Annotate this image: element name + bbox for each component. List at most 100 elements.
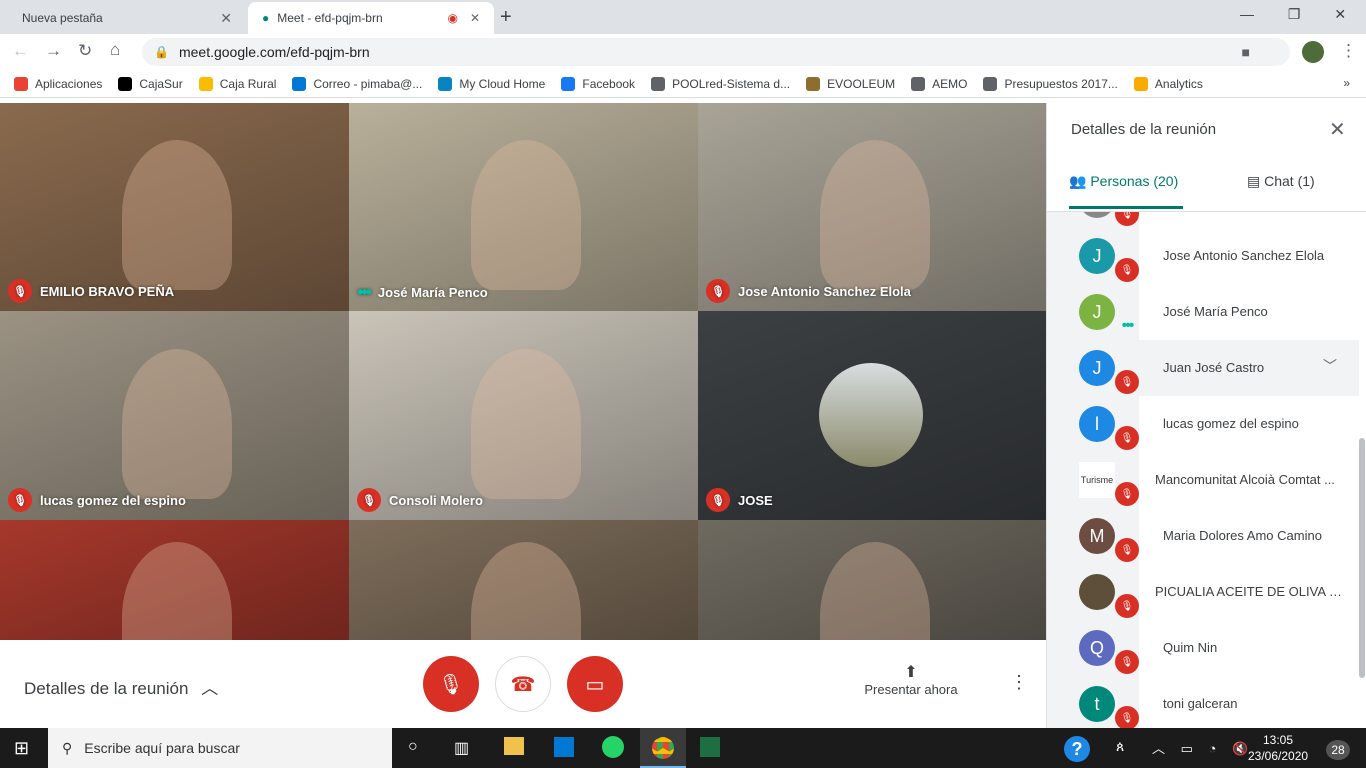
bookmark-item[interactable]: EVOOLEUM — [806, 76, 895, 91]
tab-new-tab[interactable]: Nueva pestaña ✕ — [8, 2, 246, 34]
present-now-button[interactable]: ⬆ Presentar ahora — [860, 662, 962, 697]
bookmark-item[interactable]: Caja Rural — [198, 76, 276, 91]
windows-start-icon[interactable]: ⊞ — [14, 738, 29, 759]
cortana-icon[interactable]: ○ — [408, 738, 418, 756]
close-panel-icon[interactable]: ✕ — [1329, 117, 1346, 142]
bookmark-item[interactable]: My Cloud Home — [438, 76, 546, 91]
bookmark-label: My Cloud Home — [459, 76, 546, 91]
chevron-up-icon: ︿ — [201, 679, 219, 698]
participant-row[interactable]: 🎙 PICUALIA ACEITE DE OLIVA VI... — [1047, 564, 1359, 620]
tab-people-label: Personas (20) — [1090, 173, 1179, 189]
leave-call-button[interactable]: ☎ — [495, 656, 551, 712]
tab-chat[interactable]: ▤ Chat (1) — [1247, 173, 1315, 190]
chrome-icon — [652, 737, 674, 759]
participant-row[interactable]: Turisme 🎙 Mancomunitat Alcoià Comtat ... — [1047, 452, 1359, 508]
file-explorer-icon[interactable] — [504, 737, 524, 755]
taskbar-search[interactable]: ⚲ Escribe aquí para buscar — [48, 728, 392, 768]
excel-icon[interactable] — [700, 737, 720, 757]
participant-row[interactable]: M 🎙 Maria Dolores Amo Camino — [1047, 508, 1359, 564]
meeting-details-panel: Detalles de la reunión ✕ 👥 Personas (20)… — [1046, 103, 1366, 728]
bookmark-favicon-icon — [1133, 76, 1148, 91]
participant-video-tile[interactable]: 🎙 lucas gomez del espino — [0, 311, 349, 520]
bookmark-item[interactable]: POOLred-Sistema d... — [651, 76, 791, 91]
back-icon[interactable]: ← — [12, 41, 29, 61]
chevron-down-icon[interactable]: ﹀ — [1323, 356, 1337, 376]
forward-icon[interactable]: → — [45, 41, 62, 61]
more-options-icon[interactable]: ⋮ — [1010, 672, 1028, 693]
speaking-indicator-icon: ••• — [1121, 317, 1135, 334]
mic-off-icon: 🎙 — [1115, 594, 1139, 618]
bookmark-label: Facebook — [582, 76, 636, 91]
participant-row[interactable]: Q 🎙 Quim Nin — [1047, 620, 1359, 676]
bookmark-label: Analytics — [1154, 76, 1203, 91]
participant-row[interactable]: J 🎙 Jose Antonio Sanchez Elola — [1047, 228, 1359, 284]
microphone-toggle-button[interactable]: 🎙 — [423, 656, 479, 712]
participant-name-label: 🎙 Consoli Molero — [357, 488, 483, 512]
reload-icon[interactable]: ↻ — [78, 41, 92, 61]
participant-video-tile[interactable]: 🎙 Consoli Molero — [349, 311, 698, 520]
participant-row[interactable]: l 🎙 lucas gomez del espino — [1047, 396, 1359, 452]
address-bar[interactable]: 🔒 meet.google.com/efd-pqjm-brn ■ — [142, 38, 1290, 66]
people-icon[interactable]: ጰ — [1116, 738, 1124, 755]
participant-name: lucas gomez del espino — [40, 492, 186, 508]
bookmark-label: AEMO — [932, 76, 968, 91]
participant-video-tile[interactable]: 🎙 JOSE — [698, 311, 1046, 520]
avatar: Turisme — [1079, 462, 1115, 498]
participant-row[interactable]: J 🎙 Juan José Castro ﹀ — [1047, 340, 1359, 396]
avatar-initial: M — [1089, 525, 1105, 546]
clock[interactable]: 13:05 23/06/2020 — [1248, 732, 1308, 764]
profile-avatar[interactable] — [1302, 41, 1324, 63]
participant-name: lucas gomez del espino — [1163, 416, 1299, 431]
mic-off-icon: 🎙 — [706, 279, 730, 303]
participant-video-tile[interactable] — [0, 520, 349, 640]
close-tab-icon[interactable]: ✕ — [220, 10, 232, 27]
participant-video-tile[interactable] — [698, 520, 1046, 640]
system-tray-icons[interactable]: ︿ ▭ ◔ 🔇 — [1152, 738, 1248, 757]
menu-icon[interactable]: ⋮ — [1340, 41, 1357, 61]
participant-row[interactable]: t 🎙 toni galceran — [1047, 676, 1359, 728]
participant-video-tile[interactable]: 🎙 Jose Antonio Sanchez Elola — [698, 103, 1046, 311]
bookmark-item[interactable]: Facebook — [561, 76, 636, 91]
lock-icon: 🔒 — [154, 45, 169, 59]
bookmark-item[interactable]: Correo - pimaba@... — [292, 76, 422, 91]
avatar — [1079, 574, 1115, 610]
bookmark-item[interactable]: Analytics — [1133, 76, 1203, 91]
bookmark-item[interactable]: Aplicaciones — [14, 76, 102, 91]
camera-toggle-button[interactable]: ▭ — [567, 656, 623, 712]
camera-off-icon: ▭ — [585, 673, 605, 696]
tab-meet[interactable]: ● Meet - efd-pqjm-brn ◉ ✕ — [248, 2, 494, 34]
bookmark-item[interactable]: AEMO — [911, 76, 968, 91]
avatar: J — [1079, 294, 1115, 330]
bookmark-item[interactable]: CajaSur — [118, 76, 183, 91]
help-icon[interactable]: ? — [1064, 736, 1090, 762]
avatar: J — [1079, 238, 1115, 274]
meeting-details-button[interactable]: Detalles de la reunión ︿ — [24, 674, 218, 699]
bookmark-item[interactable]: Presupuestos 2017... — [983, 76, 1118, 91]
home-icon[interactable]: ⌂ — [110, 40, 120, 60]
chrome-taskbar-button[interactable] — [640, 728, 686, 768]
meet-icon: ● — [262, 11, 270, 25]
new-tab-button[interactable]: + — [500, 6, 512, 29]
mic-off-icon: 🎙 — [1115, 482, 1139, 506]
participant-name-label: 🎙 EMILIO BRAVO PEÑA — [8, 279, 174, 303]
notifications-badge[interactable]: 28 — [1326, 740, 1350, 760]
bookmark-favicon-icon — [292, 76, 307, 91]
window-controls[interactable]: — ❐ ✕ — [1240, 6, 1346, 23]
participant-video-tile[interactable]: 🎙 EMILIO BRAVO PEÑA — [0, 103, 349, 311]
participant-row[interactable]: J ••• José María Penco — [1047, 284, 1359, 340]
whatsapp-icon[interactable] — [602, 736, 624, 758]
bookmark-label: Presupuestos 2017... — [1004, 76, 1118, 91]
participant-video-tile[interactable]: ••• José María Penco — [349, 103, 698, 311]
participant-video-tile[interactable] — [349, 520, 698, 640]
camera-icon: ■ — [1241, 44, 1250, 60]
scrollbar[interactable] — [1359, 438, 1365, 678]
more-bookmarks-icon[interactable]: » — [1343, 76, 1350, 90]
avatar: M — [1079, 518, 1115, 554]
task-view-icon[interactable]: ▥ — [454, 738, 469, 758]
outlook-icon[interactable] — [554, 737, 574, 757]
participant-avatar — [819, 363, 923, 467]
participant-row[interactable]: 🎙 — [1047, 212, 1359, 228]
close-tab-icon[interactable]: ✕ — [470, 11, 480, 25]
bookmark-label: POOLred-Sistema d... — [672, 76, 791, 91]
tab-people[interactable]: 👥 Personas (20) — [1069, 173, 1183, 209]
